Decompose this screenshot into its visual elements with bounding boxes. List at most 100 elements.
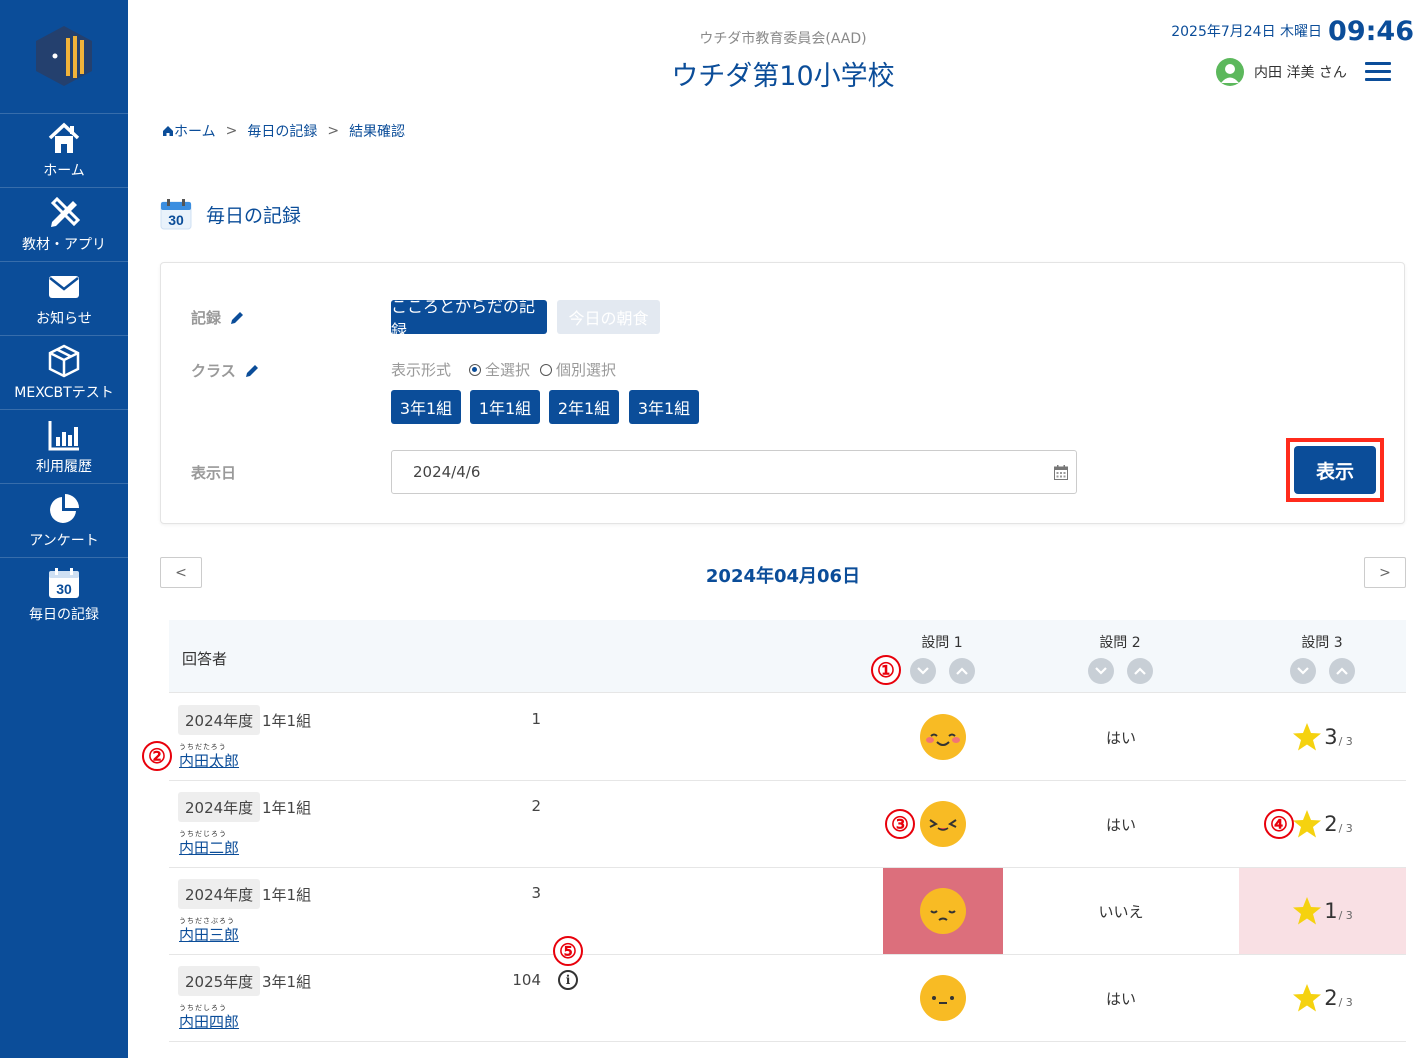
question-1-header: 設問 1 [921,635,963,651]
user-menu[interactable]: 内田 洋美 さん [1216,58,1347,86]
radio-individual-select[interactable] [540,363,553,376]
question-3-header: 設問 3 [1301,635,1343,651]
star-icon [1293,723,1322,751]
class-chip[interactable]: 2年1組 [549,390,619,424]
star-icon [1293,810,1322,838]
sidebar-item-usage[interactable]: 利用履歴 [0,409,128,483]
table-row: 2024年度 1年1組 うちだたろう 内田太郎 1 はい 3/ 3 [169,694,1406,781]
show-button[interactable]: 表示 [1294,446,1376,494]
class-chip[interactable]: 1年1組 [470,390,540,424]
sidebar: ホーム 教材・アプリ お知らせ MEXCBTテスト 利用履歴 アンケート 30 … [0,0,128,1058]
question-3-answer-alert: 1/ 3 [1239,868,1406,954]
callout-1: ① [871,655,901,685]
squinting-face-icon [920,801,966,847]
pie-chart-icon [50,494,79,523]
cube-icon [48,344,80,378]
class-name: 1年1組 [262,712,312,730]
callout-5: ⑤ [553,936,583,966]
student-number: 1 [531,710,541,728]
sidebar-item-notices[interactable]: お知らせ [0,261,128,335]
sidebar-item-label: MEXCBTテスト [14,385,114,401]
date-heading: 2024年04月06日 [705,566,861,587]
next-date-button[interactable]: > [1364,557,1406,588]
sidebar-item-daily-record[interactable]: 30 毎日の記録 [0,557,128,631]
student-name-link[interactable]: 内田二郎 [179,837,239,858]
student-number: 2 [531,797,541,815]
radio-all-select[interactable] [469,363,482,376]
record-tab-mind-body[interactable]: こころとからだの記録 [391,297,547,340]
sidebar-item-survey[interactable]: アンケート [0,483,128,557]
sidebar-item-label: アンケート [29,533,99,549]
record-tab-breakfast[interactable]: 今日の朝食 [557,300,660,334]
sort-asc-button[interactable] [1126,658,1153,684]
filter-card: 記録 こころとからだの記録 今日の朝食 クラス 表示形式 全選択 個別選択 3年… [160,262,1405,524]
home-small-icon [163,126,173,136]
current-date: 2025年7月24日 木曜日 [1171,24,1323,40]
star-max: / 3 [1338,821,1353,835]
breadcrumb: ホーム > 毎日の記録 > 結果確認 [162,121,405,141]
sidebar-item-label: お知らせ [36,311,92,327]
organization-name: ウチダ市教育委員会(AAD) [699,31,867,47]
class-label-text: クラス [191,362,236,380]
star-count: 3 [1324,725,1338,749]
sort-asc-button[interactable] [1328,658,1355,684]
sort-desc-button[interactable] [1289,658,1316,684]
info-icon[interactable]: i [558,970,578,990]
radio-all-label: 全選択 [485,361,531,379]
breadcrumb-current[interactable]: 結果確認 [349,121,405,141]
breadcrumb-daily-record[interactable]: 毎日の記録 [247,121,317,141]
star-count: 1 [1324,899,1338,923]
class-label: クラス [191,360,260,381]
record-label: 記録 [191,307,245,328]
bar-chart-icon [48,421,79,451]
calendar-30-icon: 30 [49,568,79,598]
sort-desc-button[interactable] [1087,658,1114,684]
question-1-column: 設問 1 [882,632,1002,684]
sort-asc-button[interactable] [948,658,975,684]
callout-4: ④ [1264,809,1294,839]
calendar-30-icon: 30 [160,199,192,230]
record-label-text: 記録 [191,309,222,327]
pencil-ruler-icon [50,196,81,227]
user-name: 内田 洋美 さん [1254,65,1347,81]
date-field[interactable]: 2024/4/6 [391,450,1077,494]
student-name-link[interactable]: 内田三郎 [179,924,239,945]
table-row: 2024年度 1年1組 うちださぶろう 内田三郎 3 いいえ 1/ 3 [169,868,1406,955]
sidebar-item-materials[interactable]: 教材・アプリ [0,187,128,261]
svg-text:30: 30 [168,212,184,228]
sort-desc-button[interactable] [909,658,936,684]
class-chip[interactable]: 3年1組 [629,390,699,424]
class-chip[interactable]: 3年1組 [391,390,461,424]
class-name: 1年1組 [262,799,312,817]
question-1-answer [883,694,1003,780]
question-2-answer: はい [1105,989,1136,1008]
question-2-answer: はい [1105,815,1136,834]
chevron-down-icon [916,667,929,675]
chevron-up-icon [1335,667,1348,675]
results-table-header: 回答者 設問 1 設問 2 設問 3 [169,620,1406,693]
sidebar-item-home[interactable]: ホーム [0,113,128,187]
prev-date-button[interactable]: < [160,557,202,588]
star-count: 2 [1324,812,1338,836]
pencil-icon[interactable] [229,310,245,326]
school-year-badge: 2025年度 [178,966,261,996]
date-label: 表示日 [191,464,237,482]
radio-individual-label: 個別選択 [556,361,617,379]
app-logo [36,26,92,86]
chevron-down-icon [1094,667,1107,675]
school-name: ウチダ第10小学校 [671,61,895,92]
pencil-icon[interactable] [244,363,260,379]
calendar-icon[interactable] [1054,465,1068,480]
page-title: 30 毎日の記録 [160,198,301,230]
sidebar-item-mexcbt[interactable]: MEXCBTテスト [0,335,128,409]
breadcrumb-home[interactable]: ホーム [174,121,216,141]
display-format-label: 表示形式 [391,361,452,379]
chevron-up-icon [955,667,968,675]
student-name-link[interactable]: 内田太郎 [179,750,239,771]
star-count: 2 [1324,986,1338,1010]
sidebar-item-label: 利用履歴 [36,459,92,475]
neutral-face-icon [920,975,966,1021]
question-1-answer [883,955,1003,1041]
student-name-link[interactable]: 内田四郎 [179,1011,239,1032]
hamburger-menu-icon[interactable] [1365,62,1391,82]
